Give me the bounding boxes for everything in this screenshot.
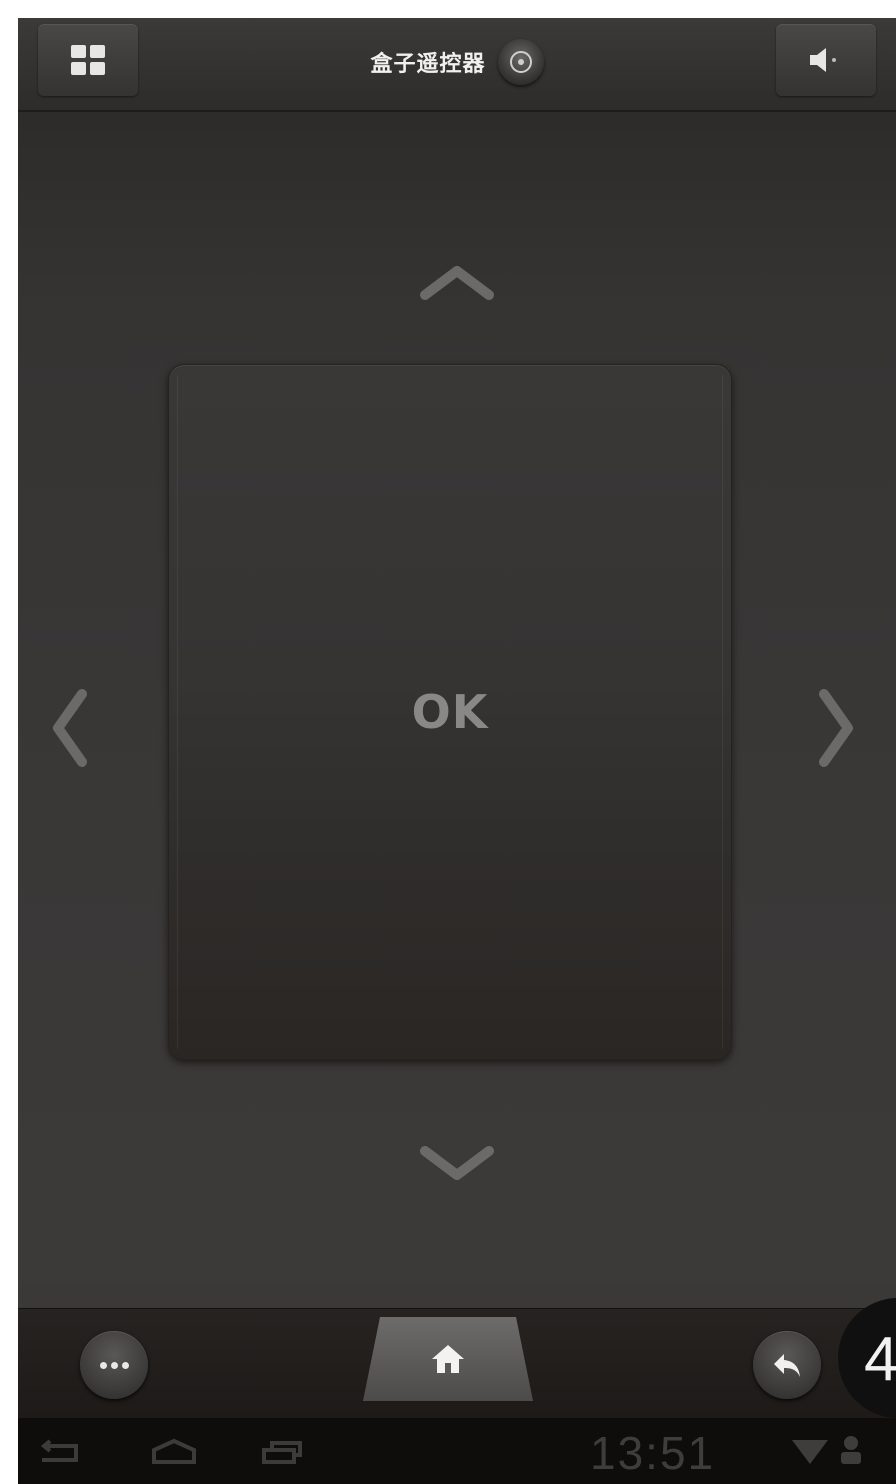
home-icon (432, 1345, 464, 1373)
volume-icon (810, 48, 836, 72)
chevron-right-icon (819, 689, 853, 767)
status-icons (790, 1434, 864, 1466)
remote-screen: 盒子遥控器 OK 4 13:51 (18, 18, 896, 1484)
ok-touchpad[interactable]: OK (168, 364, 732, 1060)
home-button[interactable] (363, 1317, 533, 1401)
system-home-button[interactable] (144, 1432, 204, 1472)
disc-icon (509, 51, 532, 73)
back-button[interactable] (753, 1331, 821, 1399)
dpad-left-button[interactable] (40, 678, 100, 778)
dpad-down-button[interactable] (402, 1128, 512, 1198)
top-bar: 盒子遥控器 (18, 18, 896, 112)
dpad-right-button[interactable] (806, 678, 866, 778)
back-arrow-icon (774, 1354, 800, 1377)
app-title: 盒子遥控器 (370, 52, 486, 77)
chevron-left-icon (53, 689, 87, 767)
device-switch-button[interactable] (497, 39, 544, 85)
recent-apps-icon (262, 1441, 302, 1464)
dpad-up-button[interactable] (402, 248, 512, 318)
home-outline-icon (152, 1438, 196, 1464)
system-back-button[interactable] (30, 1432, 90, 1472)
bottom-bar (18, 1308, 896, 1419)
status-clock: 13:51 (590, 1427, 716, 1479)
more-dots-icon (99, 1361, 129, 1369)
wifi-icon (792, 1440, 828, 1464)
step-number: 4 (864, 1325, 896, 1394)
chevron-down-icon (420, 1146, 494, 1180)
system-nav-bar: 13:51 (18, 1418, 896, 1484)
back-icon (40, 1439, 78, 1462)
user-icon (841, 1436, 861, 1464)
title-area: 盒子遥控器 (18, 32, 896, 92)
chevron-up-icon (420, 266, 494, 300)
ok-label: OK (411, 685, 489, 739)
system-recent-apps-button[interactable] (252, 1432, 312, 1472)
volume-button[interactable] (776, 24, 876, 96)
more-button[interactable] (80, 1331, 148, 1399)
